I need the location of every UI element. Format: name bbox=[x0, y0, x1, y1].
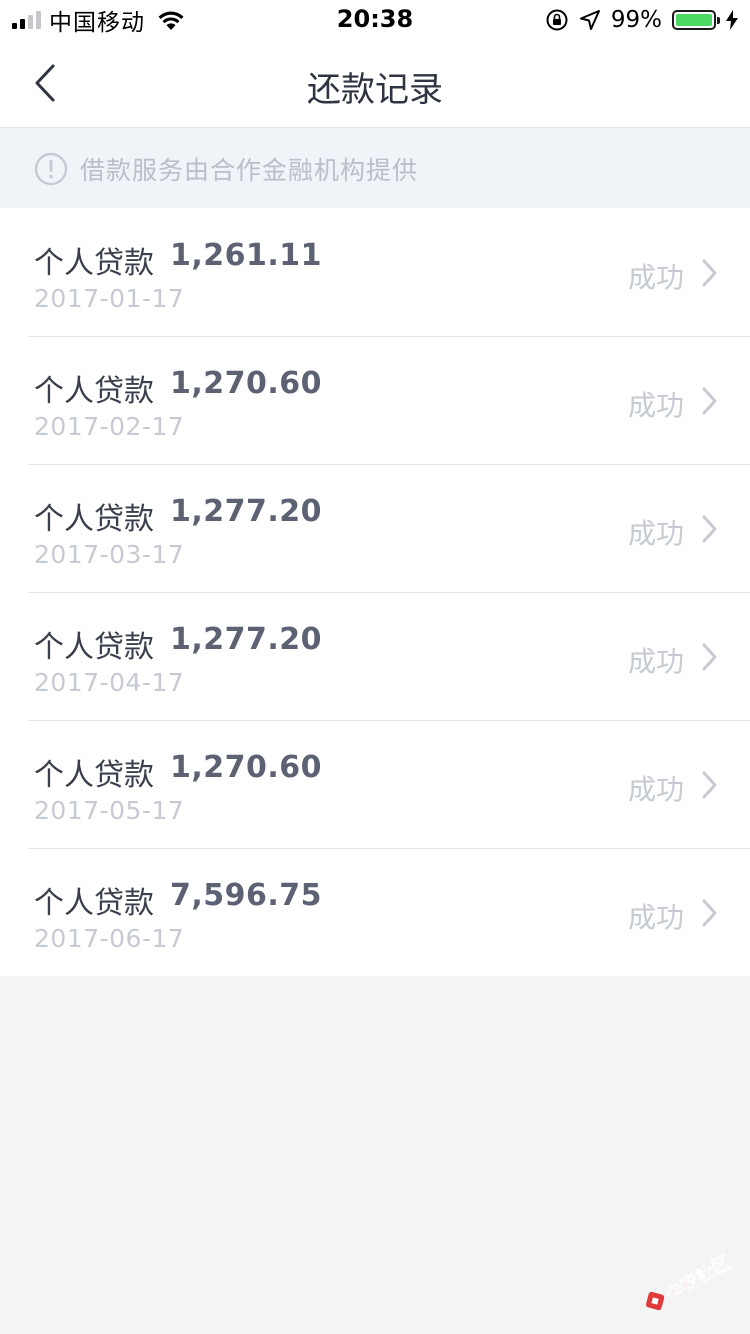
record-status: 成功 bbox=[627, 389, 684, 422]
repayment-record-list: 个人贷款 1,261.11 2017-01-17 成功 个人贷款 1,270.6… bbox=[0, 208, 750, 976]
chevron-right-icon bbox=[702, 643, 717, 671]
record-amount: 1,277.20 bbox=[170, 622, 323, 657]
record-status: 成功 bbox=[627, 773, 684, 806]
battery-percent: 99% bbox=[610, 7, 662, 33]
location-arrow-icon bbox=[579, 10, 600, 30]
charging-bolt-icon bbox=[726, 10, 738, 30]
record-row[interactable]: 个人贷款 1,277.20 2017-03-17 成功 bbox=[0, 464, 750, 592]
notice-text: 借款服务由合作金融机构提供 bbox=[80, 155, 419, 185]
record-row[interactable]: 个人贷款 1,261.11 2017-01-17 成功 bbox=[0, 208, 750, 336]
record-row[interactable]: 个人贷款 7,596.75 2017-06-17 成功 bbox=[0, 848, 750, 976]
record-row[interactable]: 个人贷款 1,270.60 2017-02-17 成功 bbox=[0, 336, 750, 464]
record-amount: 1,270.60 bbox=[170, 366, 323, 401]
record-amount: 7,596.75 bbox=[170, 878, 323, 913]
record-row[interactable]: 个人贷款 1,270.60 2017-05-17 成功 bbox=[0, 720, 750, 848]
chevron-right-icon bbox=[702, 899, 717, 927]
notice-banner: 借款服务由合作金融机构提供 bbox=[0, 129, 750, 208]
record-name: 个人贷款 bbox=[34, 502, 154, 537]
watermark-text: 卡农社区 bbox=[661, 1251, 734, 1306]
info-circle-icon bbox=[34, 152, 68, 185]
record-date: 2017-05-17 bbox=[34, 796, 185, 825]
record-date: 2017-01-17 bbox=[34, 284, 185, 313]
record-amount: 1,277.20 bbox=[170, 494, 323, 529]
record-name: 个人贷款 bbox=[34, 886, 154, 921]
chevron-right-icon bbox=[702, 771, 717, 799]
record-name: 个人贷款 bbox=[34, 246, 154, 281]
record-status: 成功 bbox=[627, 517, 684, 550]
watermark-logo: 卡农社区 bbox=[645, 1251, 735, 1311]
record-status: 成功 bbox=[627, 901, 684, 934]
orientation-lock-icon bbox=[546, 9, 568, 31]
record-status: 成功 bbox=[627, 645, 684, 678]
record-name: 个人贷款 bbox=[34, 374, 154, 409]
page-title: 还款记录 bbox=[307, 70, 443, 110]
record-status: 成功 bbox=[627, 261, 684, 294]
chevron-right-icon bbox=[702, 259, 717, 287]
status-bar: 中国移动 20:38 99% bbox=[0, 0, 750, 40]
record-date: 2017-02-17 bbox=[34, 412, 185, 441]
chevron-right-icon bbox=[702, 387, 717, 415]
record-amount: 1,270.60 bbox=[170, 750, 323, 785]
record-amount: 1,261.11 bbox=[170, 238, 323, 273]
record-name: 个人贷款 bbox=[34, 758, 154, 793]
record-date: 2017-04-17 bbox=[34, 668, 185, 697]
record-date: 2017-03-17 bbox=[34, 540, 185, 569]
status-bar-right: 99% bbox=[545, 6, 738, 34]
record-date: 2017-06-17 bbox=[34, 924, 185, 953]
record-name: 个人贷款 bbox=[34, 630, 154, 665]
nav-bar: 还款记录 bbox=[0, 40, 750, 128]
chevron-right-icon bbox=[702, 515, 717, 543]
record-row[interactable]: 个人贷款 1,277.20 2017-04-17 成功 bbox=[0, 592, 750, 720]
battery-icon bbox=[672, 10, 720, 30]
